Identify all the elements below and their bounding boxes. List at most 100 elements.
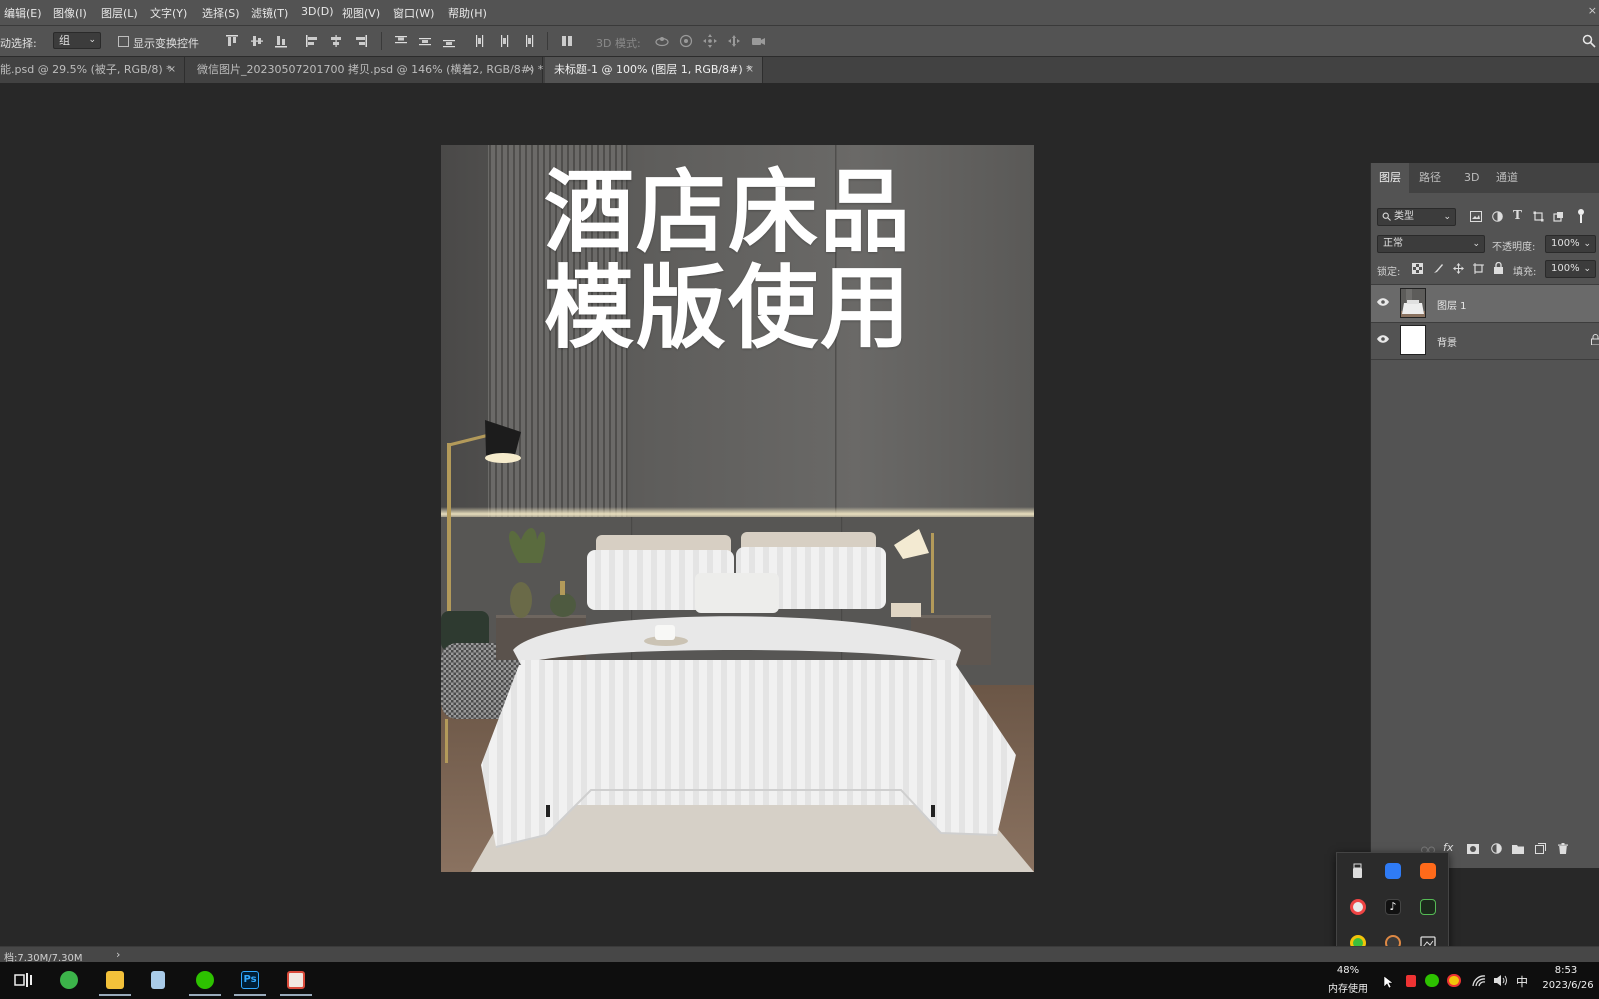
app-orange-icon[interactable] [1420,863,1436,879]
usb-drive-icon[interactable] [1350,863,1366,879]
taskbar-app-photoshop[interactable]: Ps [231,966,269,996]
status-bar: 档:7.30M/7.30M › [0,946,1599,964]
fill-field[interactable]: 100% ⌄ [1545,260,1596,278]
close-icon[interactable]: × [746,57,754,83]
3d-pan-icon[interactable] [702,33,718,49]
close-icon[interactable]: × [526,57,534,83]
menu-select[interactable]: 选择(S) [202,5,240,21]
clock-date[interactable]: 2023/6/26 [1538,980,1598,991]
menu-window[interactable]: 窗口(W) [393,5,434,21]
tiktok-icon[interactable]: ♪ [1385,899,1401,915]
menu-layer[interactable]: 图层(L) [101,5,138,21]
wechat-tray-icon[interactable] [1425,974,1439,987]
adjustment-layer-icon[interactable] [1491,843,1502,854]
cursor-icon [1383,975,1394,989]
menu-3d[interactable]: 3D(D) [301,5,334,18]
distribute-right-icon[interactable] [520,33,536,49]
opacity-field[interactable]: 100% ⌄ [1545,235,1596,253]
tab-channels[interactable]: 通道 [1488,163,1526,193]
doc-tab-1[interactable]: 能.psd @ 29.5% (被子, RGB/8) * × [0,57,185,83]
doc-tab-2[interactable]: 微信图片_20230507201700 拷贝.psd @ 146% (横着2, … [188,57,543,83]
record-icon[interactable] [1350,899,1366,915]
distribute-hcenter-icon[interactable] [496,33,512,49]
fill-value: 100% [1551,263,1580,274]
3d-camera-icon[interactable] [750,33,766,49]
ime-indicator[interactable]: 中 [1516,973,1528,990]
layer-row[interactable]: 背景 [1371,322,1599,360]
filter-shape-icon[interactable] [1533,211,1544,222]
align-right-icon[interactable] [353,33,369,49]
layer-row[interactable]: 图层 1 [1371,284,1599,323]
tab-3d[interactable]: 3D [1456,163,1487,193]
task-view-icon[interactable] [14,972,32,988]
panel-tab-bar: 图层 路径 3D 通道 [1371,163,1599,193]
window-close-button[interactable]: × [1588,4,1597,17]
tray-app-red-icon[interactable] [1406,975,1416,987]
add-mask-icon[interactable] [1467,844,1479,854]
blend-mode-value: 正常 [1383,238,1403,249]
align-vcenter-icon[interactable] [249,33,265,49]
distribute-vcenter-icon[interactable] [417,33,433,49]
align-hcenter-icon[interactable] [328,33,344,49]
taskbar-app-browser[interactable] [50,966,88,996]
close-icon[interactable]: × [168,57,176,83]
delete-layer-icon[interactable] [1558,843,1568,854]
new-layer-icon[interactable] [1535,843,1546,854]
lock-move-icon[interactable] [1453,263,1464,274]
cloud-drive-icon[interactable] [1385,863,1401,879]
menu-help[interactable]: 帮助(H) [448,5,487,21]
clock-time[interactable]: 8:53 [1546,965,1586,976]
menu-filter[interactable]: 滤镜(T) [251,5,288,21]
distribute-left-icon[interactable] [472,33,488,49]
lock-transparent-icon[interactable] [1412,263,1423,274]
nvidia-icon[interactable] [1420,899,1436,915]
search-icon[interactable] [1582,34,1596,48]
windows-taskbar: Ps 48% 内存使用 中 8:53 2023/6/26 [0,962,1599,999]
doc-tab-active[interactable]: 未标题-1 @ 100% (图层 1, RGB/8#) * × [545,57,763,83]
blend-mode-dropdown[interactable]: 正常 ⌄ [1377,235,1485,253]
distribute-top-icon[interactable] [393,33,409,49]
filter-smart-object-icon[interactable] [1553,211,1564,222]
eye-icon[interactable] [1377,298,1389,306]
taskbar-app-wechat[interactable] [186,966,224,996]
photoshop-icon: Ps [241,971,259,989]
status-menu-arrow[interactable]: › [116,948,120,961]
lock-brush-icon[interactable] [1433,263,1444,274]
volume-icon[interactable] [1493,974,1509,987]
menu-edit[interactable]: 编辑(E) [4,5,42,21]
tab-layers[interactable]: 图层 [1371,163,1409,193]
filter-pixel-icon[interactable] [1470,211,1482,222]
taskbar-app-explorer[interactable] [96,966,134,996]
memory-label: 内存使用 [1328,984,1368,995]
filter-adjustment-icon[interactable] [1492,211,1503,222]
auto-select-dropdown[interactable]: 组 ⌄ [53,32,101,49]
running-indicator [234,994,266,996]
taskbar-app-gallery[interactable] [277,966,315,996]
3d-slide-icon[interactable] [726,33,742,49]
align-left-icon[interactable] [304,33,320,49]
3d-roll-icon[interactable] [678,33,694,49]
auto-align-icon[interactable] [559,33,575,49]
3d-orbit-icon[interactable] [654,33,670,49]
network-icon[interactable] [1472,974,1486,987]
chevron-down-icon: ⌄ [1583,239,1591,249]
menu-view[interactable]: 视图(V) [342,5,380,21]
menu-image[interactable]: 图像(I) [53,5,87,21]
align-bottom-icon[interactable] [273,33,289,49]
menu-type[interactable]: 文字(Y) [150,5,187,21]
lock-artboard-icon[interactable] [1473,263,1484,274]
taskbar-app-notepad[interactable] [141,966,179,996]
memory-percent: 48% [1336,965,1360,976]
tray-app-yellow-icon[interactable] [1447,974,1461,987]
distribute-bottom-icon[interactable] [441,33,457,49]
layer-filter-dropdown[interactable]: 类型 ⌄ [1377,208,1456,226]
new-group-icon[interactable] [1512,844,1524,854]
running-indicator [280,994,312,996]
options-bar: 动选择: 组 ⌄ 显示变换控件 3D 模式: [0,26,1599,57]
eye-icon[interactable] [1377,335,1389,343]
align-top-icon[interactable] [224,33,240,49]
filter-type-icon[interactable]: T [1513,208,1522,222]
show-transform-checkbox[interactable] [118,36,129,47]
lock-all-icon[interactable] [1493,262,1504,274]
tab-paths[interactable]: 路径 [1411,163,1449,193]
